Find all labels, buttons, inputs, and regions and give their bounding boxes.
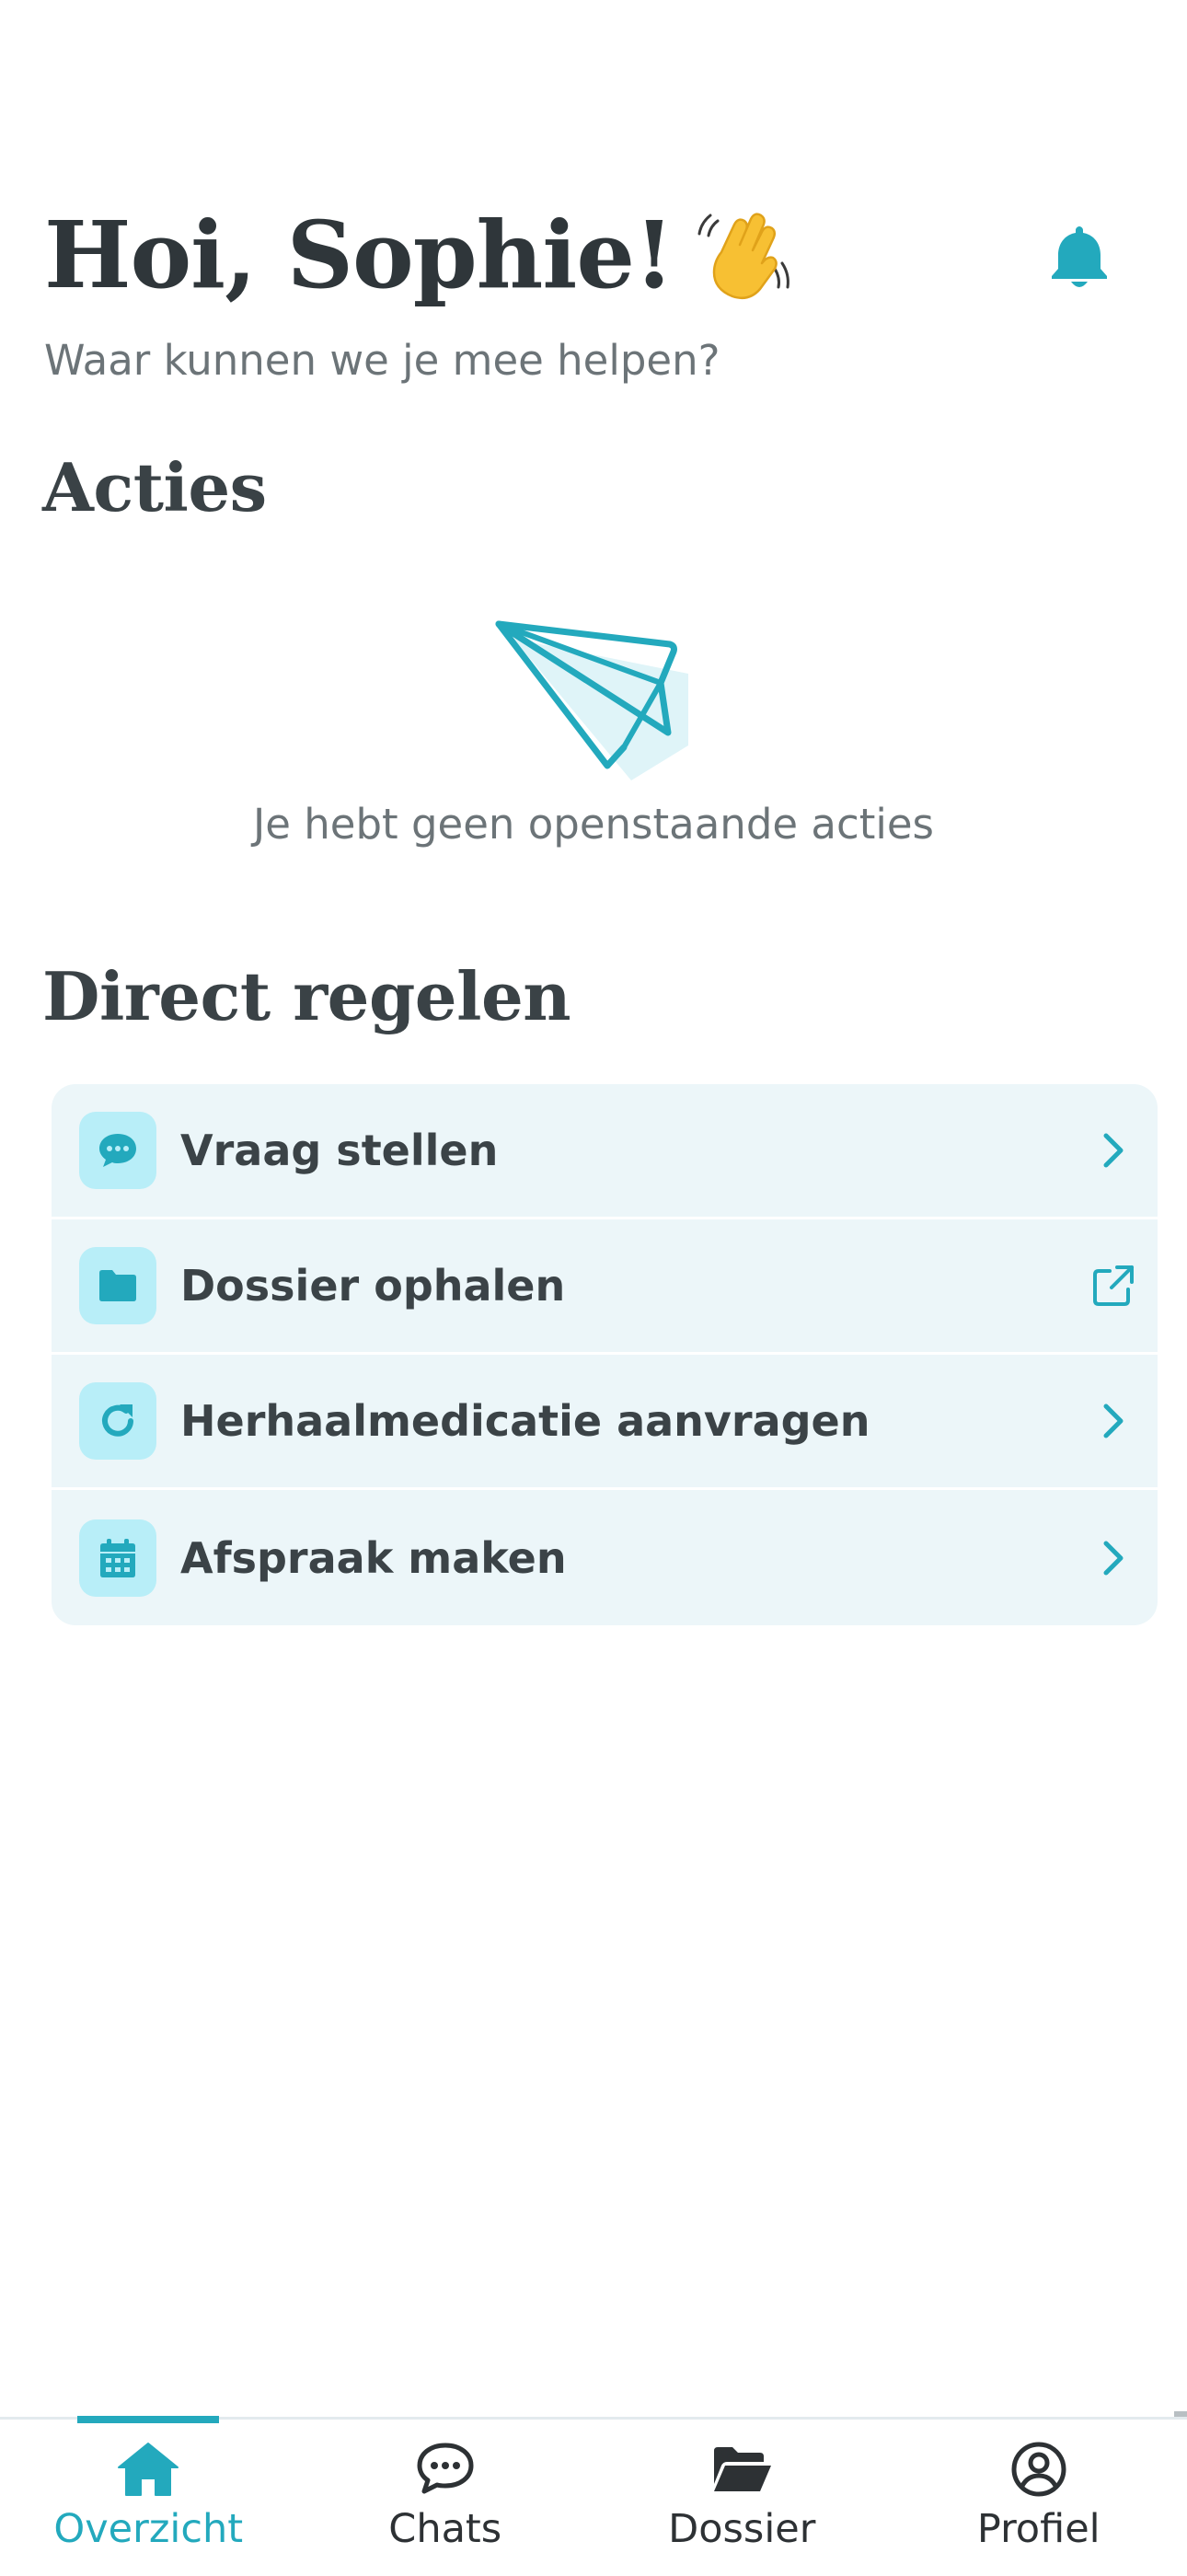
home-icon (115, 2440, 181, 2499)
chat-bubble-icon-wrap (79, 1112, 156, 1189)
nav-label: Dossier (668, 2506, 815, 2552)
list-item-make-appointment[interactable]: Afspraak maken (52, 1490, 1158, 1625)
nav-tab-overzicht[interactable]: Overzicht (0, 2420, 297, 2576)
chats-icon (412, 2440, 478, 2499)
list-item-label: Herhaalmedicatie aanvragen (180, 1396, 1086, 1446)
notification-bell-icon[interactable] (1047, 223, 1112, 291)
nav-tab-chats[interactable]: Chats (297, 2420, 594, 2576)
empty-actions-text: Je hebt geen openstaande acties (0, 797, 1187, 852)
chevron-right-icon (1089, 1534, 1137, 1582)
chevron-wrap (1086, 1393, 1141, 1449)
list-item-label: Dossier ophalen (180, 1261, 1086, 1311)
direct-actions-list: Vraag stellen Dossier ophalen (52, 1084, 1158, 1625)
greeting-title: Hoi, Sophie! (44, 195, 674, 315)
chevron-right-icon (1089, 1126, 1137, 1174)
list-item-repeat-medication[interactable]: Herhaalmedicatie aanvragen (52, 1355, 1158, 1490)
external-link-icon (1089, 1262, 1137, 1310)
nav-label: Profiel (977, 2506, 1101, 2552)
chevron-right-icon (1089, 1397, 1137, 1445)
refresh-icon-wrap (79, 1382, 156, 1460)
calendar-icon-wrap (79, 1519, 156, 1597)
refresh-icon (96, 1399, 140, 1443)
list-item-ask-question[interactable]: Vraag stellen (52, 1084, 1158, 1219)
paper-plane-icon (486, 609, 697, 784)
external-link-wrap (1086, 1258, 1141, 1313)
list-item-label: Afspraak maken (180, 1533, 1086, 1583)
nav-tab-profiel[interactable]: Profiel (891, 2420, 1187, 2576)
greeting-subtitle: Waar kunnen we je mee helpen? (44, 333, 720, 388)
nav-tab-dossier[interactable]: Dossier (594, 2420, 891, 2576)
folder-icon (96, 1264, 140, 1308)
list-item-label: Vraag stellen (180, 1126, 1086, 1175)
greeting-row: Hoi, Sophie! (44, 195, 795, 315)
waving-hand-icon (694, 204, 795, 306)
direct-section-title: Direct regelen (42, 955, 570, 1038)
calendar-icon (96, 1536, 140, 1580)
bottom-navigation: Overzicht Chats Dossier Pr (0, 2417, 1187, 2576)
chevron-wrap (1086, 1123, 1141, 1178)
active-tab-indicator (77, 2416, 219, 2423)
home-screen: Hoi, Sophie! Waar kunnen we je mee helpe… (0, 0, 1187, 2573)
folder-icon-wrap (79, 1247, 156, 1324)
user-circle-icon (1006, 2440, 1072, 2499)
nav-label: Overzicht (53, 2506, 243, 2552)
actions-section-title: Acties (42, 446, 267, 529)
list-item-fetch-dossier[interactable]: Dossier ophalen (52, 1219, 1158, 1355)
chat-bubble-icon (96, 1128, 140, 1172)
nav-label: Chats (388, 2506, 501, 2552)
folder-open-icon (709, 2440, 775, 2499)
chevron-wrap (1086, 1531, 1141, 1586)
